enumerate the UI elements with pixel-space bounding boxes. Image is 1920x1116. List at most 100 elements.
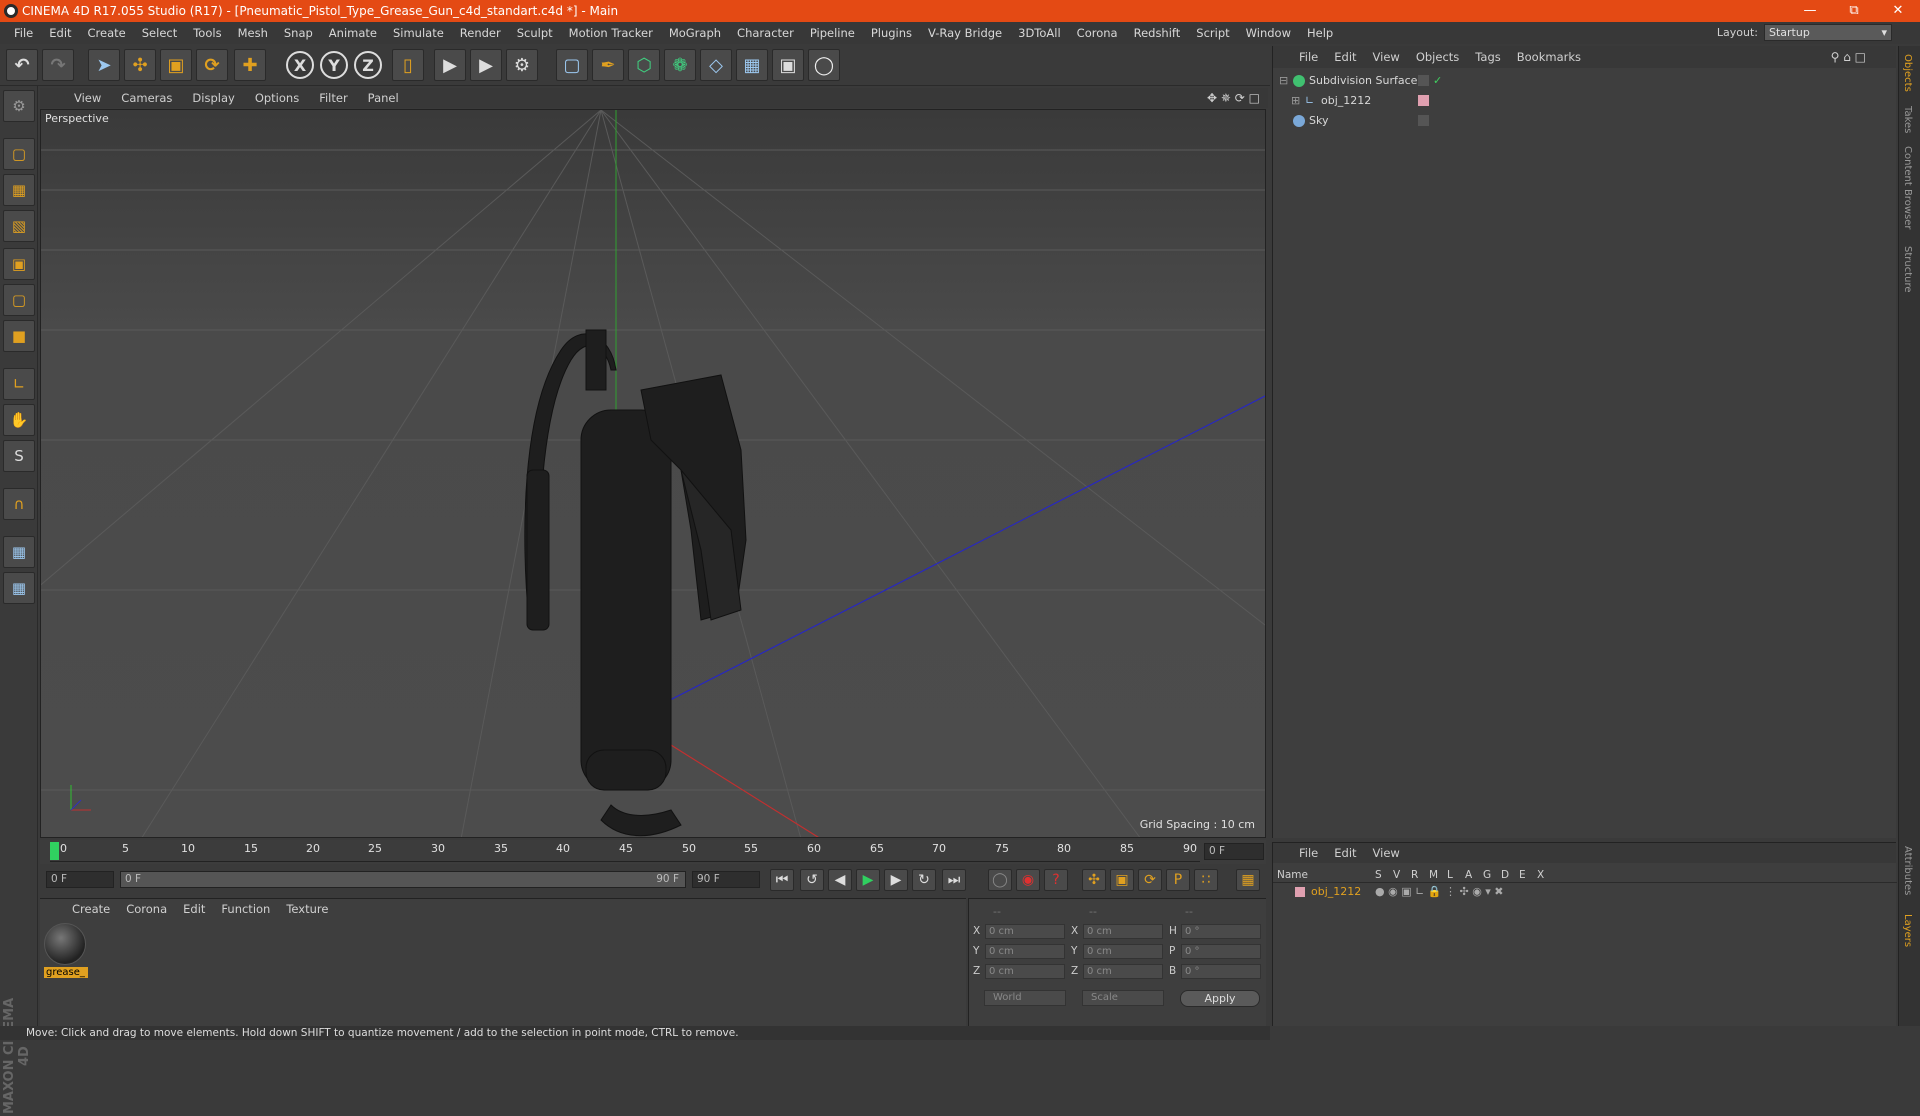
size-z-field[interactable]: 0 cm [1083,964,1163,979]
menu-edit[interactable]: Edit [41,22,79,44]
cube-primitive-icon[interactable]: ▢ [556,49,588,81]
viewport-menu-panel[interactable]: Panel [358,88,409,108]
menu-redshift[interactable]: Redshift [1126,22,1189,44]
objects-menu-edit[interactable]: Edit [1326,46,1364,68]
menu-sculpt[interactable]: Sculpt [509,22,561,44]
motion-record-icon[interactable]: ◯ [988,869,1012,891]
tab-structure[interactable]: Structure [1902,246,1913,293]
scale-tool-icon[interactable]: ▣ [160,49,192,81]
layer-swatch-icon[interactable] [1418,115,1429,126]
key-rotation-icon[interactable]: ⟳ [1138,869,1162,891]
menu-character[interactable]: Character [729,22,802,44]
lock-workplane-icon[interactable]: ▦ [3,536,35,568]
menu-vray-bridge[interactable]: V-Ray Bridge [920,22,1010,44]
menu-mograph[interactable]: MoGraph [661,22,729,44]
tweak-mode-icon[interactable]: ✋ [3,404,35,436]
menu-create[interactable]: Create [80,22,134,44]
size-x-field[interactable]: 0 cm [1083,924,1163,939]
menu-plugins[interactable]: Plugins [863,22,920,44]
z-axis-lock-icon[interactable]: Z [354,51,382,79]
menu-pipeline[interactable]: Pipeline [802,22,863,44]
coord-mode-dropdown[interactable]: World [984,990,1066,1006]
key-parameter-icon[interactable]: P [1166,869,1190,891]
end-frame-field[interactable]: 90 F [692,871,760,888]
coordinate-system-icon[interactable]: ▯ [392,49,424,81]
objects-menu-objects[interactable]: Objects [1408,46,1467,68]
tab-content-browser[interactable]: Content Browser [1902,146,1913,229]
model-mode-icon[interactable]: ▢ [3,138,35,170]
layout-dropdown[interactable]: Startup [1764,24,1892,41]
frame-ruler[interactable]: 0 5 10 15 20 25 30 35 40 45 50 55 60 65 … [50,842,1200,862]
menu-script[interactable]: Script [1188,22,1237,44]
y-axis-lock-icon[interactable]: Y [320,51,348,79]
material-swatch[interactable]: grease_ [44,923,88,979]
material-menu-edit[interactable]: Edit [175,899,213,919]
menu-help[interactable]: Help [1299,22,1341,44]
record-active-icon[interactable]: ◉ [1016,869,1040,891]
menu-render[interactable]: Render [452,22,509,44]
search-icon[interactable]: ⚲ ⌂ □ [1831,46,1866,68]
render-picture-viewer-icon[interactable]: ▶ [470,49,502,81]
move-tool-icon[interactable]: ✣ [124,49,156,81]
spline-pen-icon[interactable]: ✒ [592,49,624,81]
objects-menu-tags[interactable]: Tags [1467,46,1508,68]
layer-swatch-icon[interactable] [1418,95,1429,106]
restore-icon[interactable]: ⧉ [1832,0,1876,22]
perspective-viewport[interactable]: Perspective Grid Spacing : 10 cm [40,109,1266,838]
go-to-start-icon[interactable]: ⏮ [770,869,794,891]
subdivision-surface-icon[interactable]: ⬡ [628,49,660,81]
close-icon[interactable]: ✕ [1876,0,1920,22]
live-selection-icon[interactable]: ➤ [88,49,120,81]
viewport-nav-icons[interactable]: ✥ ✵ ⟳ □ [1207,88,1260,108]
material-menu-texture[interactable]: Texture [278,899,336,919]
texture-mode-icon[interactable]: ▦ [3,174,35,206]
make-editable-icon[interactable]: ⚙ [3,90,35,122]
menu-file[interactable]: File [6,22,41,44]
viewport-menu-options[interactable]: Options [245,88,309,108]
playhead[interactable] [50,842,59,860]
axis-mode-icon[interactable]: ∟ [3,368,35,400]
menu-corona[interactable]: Corona [1069,22,1126,44]
expand-icon[interactable]: ⊞ [1291,92,1300,110]
frame-range-slider[interactable]: 0 F 90 F [120,871,686,888]
previous-key-icon[interactable]: ↺ [800,869,824,891]
go-to-end-icon[interactable]: ⏭ [942,869,966,891]
cloner-icon[interactable]: ❁ [664,49,696,81]
tab-attributes[interactable]: Attributes [1902,846,1913,895]
apply-button[interactable]: Apply [1180,990,1260,1007]
material-menu-function[interactable]: Function [213,899,278,919]
expand-icon[interactable]: ⊟ [1279,72,1288,90]
magnet-icon[interactable]: ∩ [3,488,35,520]
tab-takes[interactable]: Takes [1902,106,1913,133]
next-key-icon[interactable]: ↻ [912,869,936,891]
position-z-field[interactable]: 0 cm [985,964,1065,979]
deformer-icon[interactable]: ◇ [700,49,732,81]
start-frame-field[interactable]: 0 F [46,871,114,888]
floor-scene-icon[interactable]: ▦ [736,49,768,81]
menu-mesh[interactable]: Mesh [230,22,276,44]
menu-simulate[interactable]: Simulate [385,22,452,44]
rotation-h-field[interactable]: 0 ° [1181,924,1261,939]
viewport-menu-filter[interactable]: Filter [309,88,357,108]
object-row[interactable]: ⊞ ∟ obj_1212 [1273,92,1897,110]
play-icon[interactable]: ▶ [856,869,880,891]
timeline-window-icon[interactable]: ▦ [1236,869,1260,891]
move-axis-icon[interactable]: ✚ [234,49,266,81]
coord-type-dropdown[interactable]: Scale [1082,990,1164,1006]
minimize-icon[interactable]: — [1788,0,1832,22]
objects-menu-bookmarks[interactable]: Bookmarks [1509,46,1589,68]
menu-animate[interactable]: Animate [321,22,385,44]
object-row[interactable]: ⊟ Subdivision Surface ✓ [1273,72,1897,90]
tab-objects[interactable]: Objects [1902,54,1913,92]
material-menu-corona[interactable]: Corona [118,899,175,919]
key-position-icon[interactable]: ✣ [1082,869,1106,891]
objects-menu-file[interactable]: File [1291,46,1326,68]
x-axis-lock-icon[interactable]: X [286,51,314,79]
enabled-check-icon[interactable]: ✓ [1433,72,1442,90]
menu-snap[interactable]: Snap [276,22,321,44]
rotation-b-field[interactable]: 0 ° [1181,964,1261,979]
workplane-icon[interactable]: ▦ [3,572,35,604]
objects-menu-view[interactable]: View [1365,46,1408,68]
undo-icon[interactable]: ↶ [6,49,38,81]
tab-layers[interactable]: Layers [1902,914,1913,947]
